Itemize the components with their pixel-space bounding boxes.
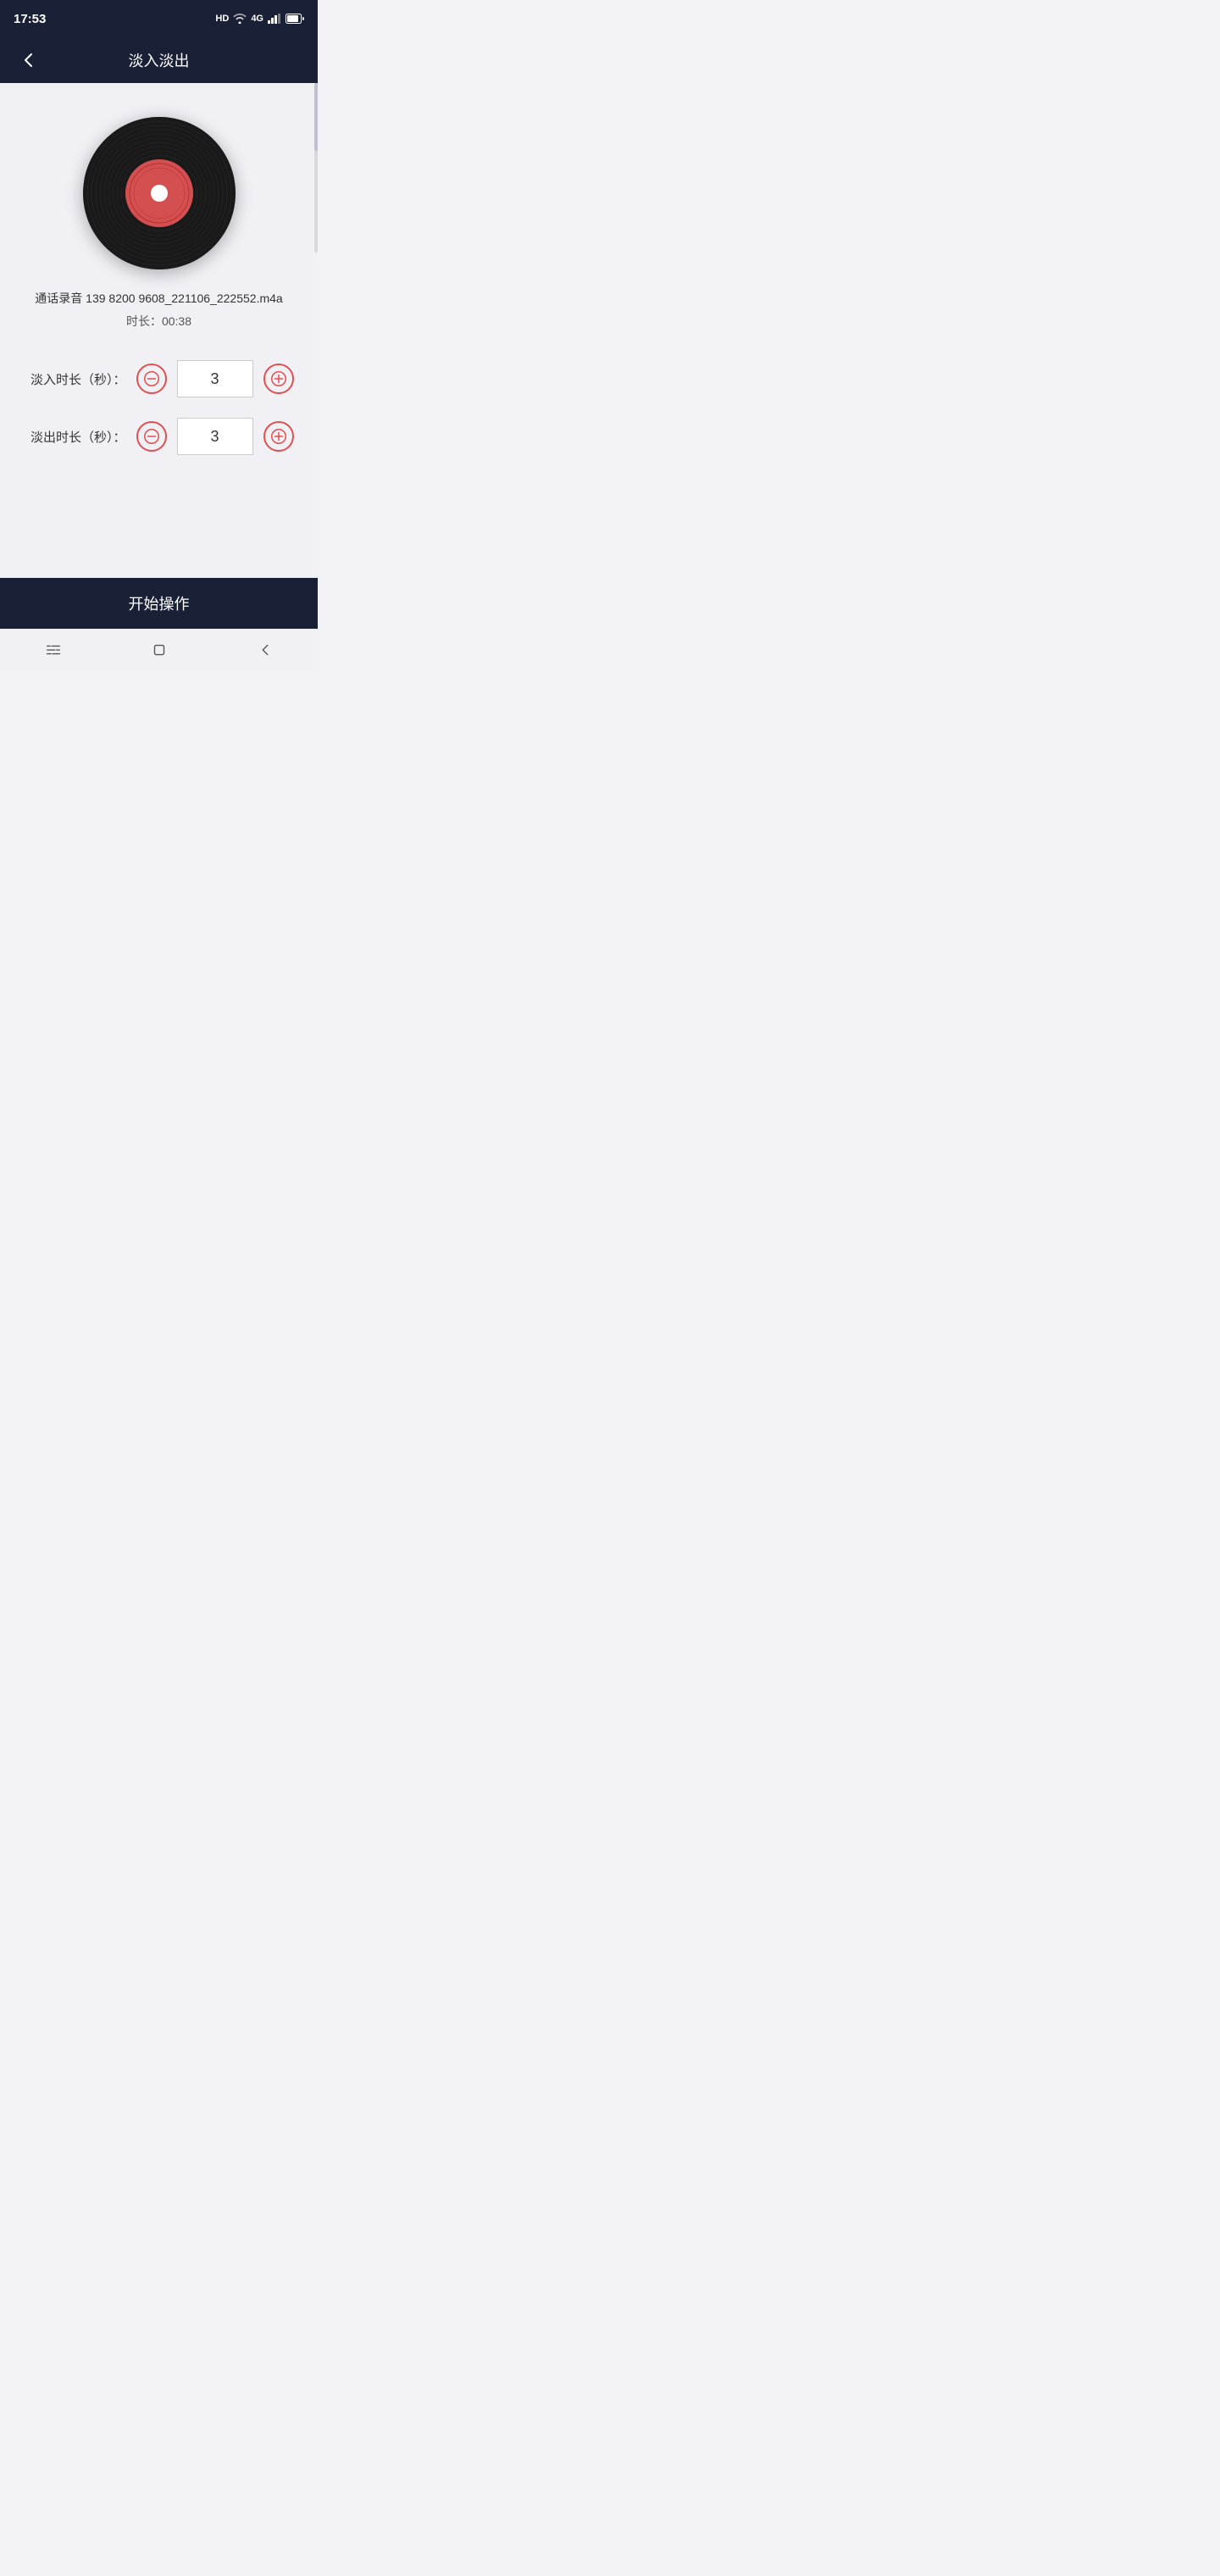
fade-in-row: 淡入时长（秒）： <box>17 360 301 397</box>
signal-bars-icon <box>268 14 281 24</box>
status-icons: HD 4G <box>215 14 304 24</box>
nav-bar: 淡入淡出 <box>0 37 318 83</box>
vinyl-record <box>83 117 236 269</box>
home-nav-button[interactable] <box>138 635 180 665</box>
bottom-action-bar: 开始操作 <box>0 578 318 629</box>
fade-out-row: 淡出时长（秒）： <box>17 418 301 455</box>
scrollbar-track <box>314 83 318 253</box>
main-content: 通话录音 139 8200 9608_221106_222552.m4a 时长：… <box>0 83 318 578</box>
scrollbar-thumb[interactable] <box>314 83 318 151</box>
wifi-icon <box>233 14 247 24</box>
fade-out-input[interactable] <box>177 418 253 455</box>
page-title: 淡入淡出 <box>129 49 190 71</box>
back-button[interactable] <box>14 45 44 75</box>
file-duration: 时长：00:38 <box>126 313 191 330</box>
signal-4g-icon: 4G <box>251 14 263 24</box>
status-bar: 17:53 HD 4G <box>0 0 318 37</box>
fade-out-decrease-button[interactable] <box>136 421 167 452</box>
controls-section: 淡入时长（秒）： 淡出时长（秒）： <box>17 360 301 455</box>
back-nav-button[interactable] <box>244 635 286 665</box>
system-nav-bar <box>0 629 318 671</box>
battery-icon <box>286 14 304 24</box>
fade-out-label: 淡出时长（秒）： <box>25 428 126 446</box>
fade-out-increase-button[interactable] <box>263 421 294 452</box>
file-name: 通话录音 139 8200 9608_221106_222552.m4a <box>35 290 282 308</box>
menu-nav-button[interactable] <box>32 635 75 665</box>
fade-in-label: 淡入时长（秒）： <box>25 370 126 388</box>
status-time: 17:53 <box>14 12 46 26</box>
fade-in-increase-button[interactable] <box>263 364 294 394</box>
hd-icon: HD <box>215 14 229 24</box>
start-operation-button[interactable]: 开始操作 <box>129 592 190 614</box>
fade-in-decrease-button[interactable] <box>136 364 167 394</box>
fade-in-input[interactable] <box>177 360 253 397</box>
